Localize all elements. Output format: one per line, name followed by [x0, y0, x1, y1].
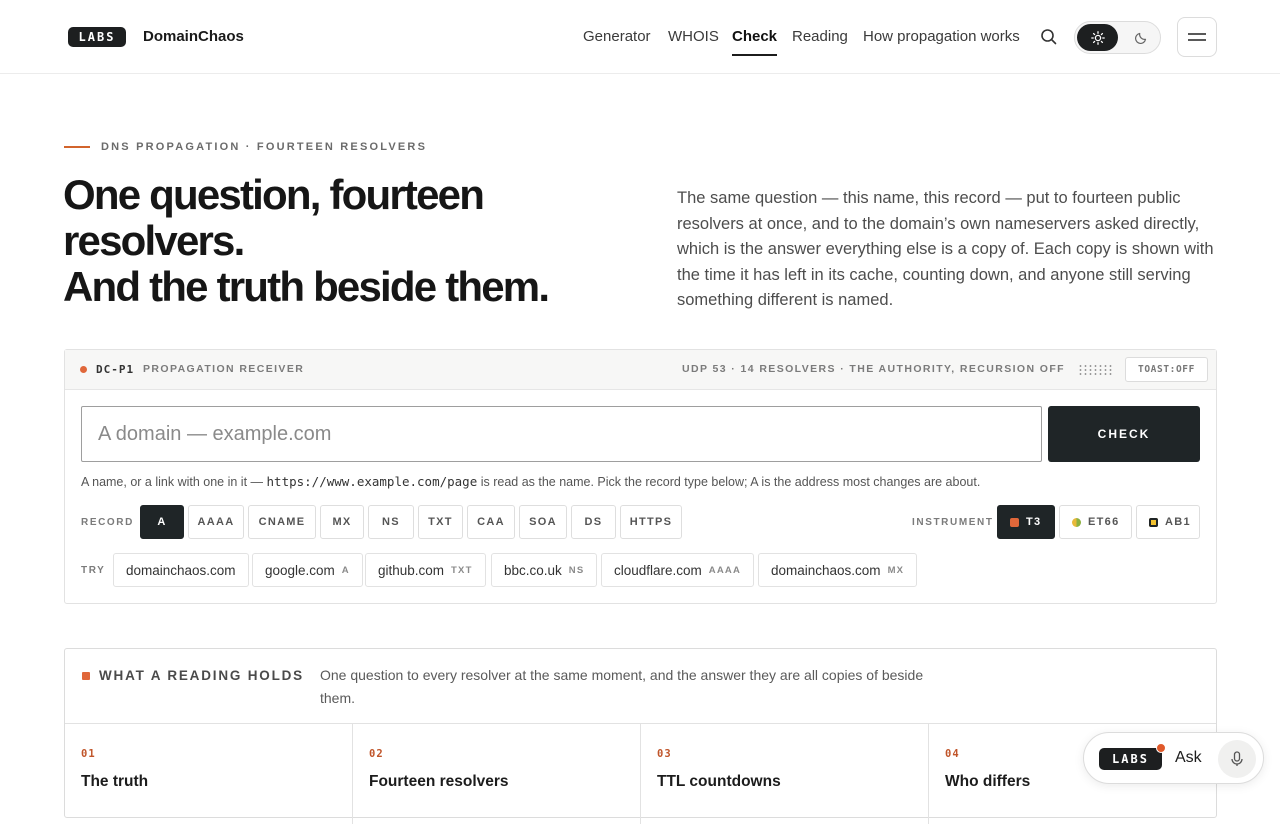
et66-swatch	[1072, 517, 1081, 527]
column-number: 01	[81, 748, 96, 760]
propagation-receiver: DC-P1 PROPAGATION RECEIVER UDP 53 · 14 R…	[64, 349, 1217, 604]
nav-how-propagation-works[interactable]: How propagation works	[863, 28, 1020, 58]
instrument-ab1[interactable]: AB1	[1136, 505, 1200, 539]
record-type-a[interactable]: A	[140, 505, 184, 539]
receiver-header: DC-P1 PROPAGATION RECEIVER UDP 53 · 14 R…	[65, 350, 1216, 390]
ask-label: Ask	[1175, 749, 1202, 766]
receiver-meta: UDP 53 · 14 RESOLVERS · THE AUTHORITY, R…	[682, 363, 1065, 375]
record-type-cname[interactable]: CNAME	[248, 505, 316, 539]
column-number: 03	[657, 748, 672, 760]
record-type-aaaa[interactable]: AAAA	[188, 505, 244, 539]
reading-columns: 01 The truth 02 Fourteen resolvers 03 TT…	[65, 723, 1216, 824]
record-type-mx[interactable]: MX	[320, 505, 364, 539]
t3-swatch	[1010, 517, 1019, 527]
search-icon	[1041, 29, 1057, 45]
microphone-button[interactable]	[1218, 740, 1256, 778]
hint-example-url: https://www.example.com/page	[266, 474, 478, 489]
ask-widget[interactable]: LABS Ask	[1083, 732, 1264, 784]
column-title: TTL countdowns	[657, 773, 781, 790]
record-type-ds[interactable]: DS	[571, 505, 616, 539]
top-bar: LABS DomainChaos Generator WHOIS Check R…	[0, 0, 1280, 74]
try-domain: google.com	[265, 562, 335, 578]
headline-line-2: And the truth beside them.	[63, 263, 550, 310]
instrument-t3[interactable]: T3	[997, 505, 1055, 539]
try-example[interactable]: domainchaos.com MX	[758, 553, 918, 587]
nav-whois[interactable]: WHOIS	[668, 28, 719, 58]
record-type-caa[interactable]: CAA	[467, 505, 515, 539]
record-type-ns[interactable]: NS	[368, 505, 414, 539]
try-record-type: TXT	[451, 564, 473, 576]
try-example[interactable]: bbc.co.uk NS	[491, 553, 598, 587]
light-mode-button[interactable]	[1077, 24, 1118, 51]
ask-labs-logo: LABS	[1099, 748, 1162, 770]
instrument-et66[interactable]: ET66	[1059, 505, 1132, 539]
record-type-soa[interactable]: SOA	[519, 505, 567, 539]
instrument-t3-label: T3	[1026, 516, 1042, 528]
reading-column: 01 The truth	[65, 724, 353, 824]
check-button[interactable]: CHECK	[1048, 406, 1200, 462]
try-domain: github.com	[378, 562, 445, 578]
nav-check[interactable]: Check	[732, 28, 778, 58]
column-title: Fourteen resolvers	[369, 773, 509, 790]
try-domain: domainchaos.com	[771, 562, 881, 578]
try-record-type: AAAA	[708, 564, 742, 576]
try-example[interactable]: google.com A	[252, 553, 363, 587]
grille-icon	[1078, 364, 1112, 376]
menu-button[interactable]	[1177, 17, 1217, 57]
nav-reading[interactable]: Reading	[792, 28, 848, 58]
domain-input[interactable]	[81, 406, 1042, 462]
ab1-swatch	[1149, 517, 1158, 527]
try-record-type: NS	[568, 564, 585, 576]
hero-lead: The same question — this name, this reco…	[677, 189, 1214, 310]
try-domain: bbc.co.uk	[504, 562, 562, 578]
instrument-et66-label: ET66	[1088, 516, 1120, 528]
try-record-type: MX	[887, 564, 905, 576]
try-label: TRY	[81, 565, 106, 576]
nav-generator[interactable]: Generator	[583, 28, 651, 58]
try-record-type: A	[341, 564, 350, 576]
input-hint: A name, or a link with one in it — https…	[81, 474, 980, 489]
receiver-name: PROPAGATION RECEIVER	[143, 363, 305, 375]
try-example[interactable]: domainchaos.com	[113, 553, 249, 587]
column-number: 04	[945, 748, 960, 760]
try-domain: cloudflare.com	[614, 562, 702, 578]
instrument-ab1-label: AB1	[1165, 516, 1191, 528]
sun-icon	[1090, 30, 1105, 45]
headline-line-1: One question, fourteen resolvers.	[63, 171, 485, 264]
dark-mode-button[interactable]	[1126, 24, 1156, 51]
column-number: 02	[369, 748, 384, 760]
try-example[interactable]: cloudflare.com AAAA	[601, 553, 755, 587]
search-button[interactable]	[1038, 26, 1060, 48]
receiver-id: DC-P1	[96, 363, 135, 376]
try-example[interactable]: github.com TXT	[365, 553, 486, 587]
microphone-icon	[1231, 751, 1243, 766]
hero-eyebrow: DNS PROPAGATION · FOURTEEN RESOLVERS	[64, 141, 427, 153]
menu-icon	[1188, 33, 1206, 41]
notification-dot	[1156, 743, 1166, 753]
reading-holds-title: WHAT A READING HOLDS	[99, 668, 304, 683]
record-type-txt[interactable]: TXT	[418, 505, 463, 539]
brand-name[interactable]: DomainChaos	[143, 28, 244, 45]
section-marker	[82, 672, 90, 680]
reading-column: 03 TTL countdowns	[641, 724, 929, 824]
instrument-label: INSTRUMENT	[912, 517, 994, 528]
reading-column: 02 Fourteen resolvers	[353, 724, 641, 824]
reading-holds-panel: WHAT A READING HOLDS One question to eve…	[64, 648, 1217, 824]
toast-toggle[interactable]: TOAST:OFF	[1125, 357, 1208, 382]
moon-icon	[1134, 32, 1146, 44]
reading-holds-description: One question to every resolver at the sa…	[320, 667, 924, 706]
theme-toggle[interactable]	[1074, 21, 1161, 54]
record-type-https[interactable]: HTTPS	[620, 505, 682, 539]
record-label: RECORD	[81, 517, 134, 528]
column-title: The truth	[81, 773, 149, 790]
hint-text-1: A name, or a link with one in it —	[81, 475, 267, 489]
hero-headline: One question, fourteen resolvers. And th…	[63, 172, 623, 310]
labs-logo[interactable]: LABS	[68, 27, 126, 47]
column-title: Who differs	[945, 773, 1031, 790]
try-domain: domainchaos.com	[126, 562, 236, 578]
hint-text-2: is read as the name. Pick the record typ…	[477, 475, 981, 489]
status-dot	[80, 366, 87, 373]
